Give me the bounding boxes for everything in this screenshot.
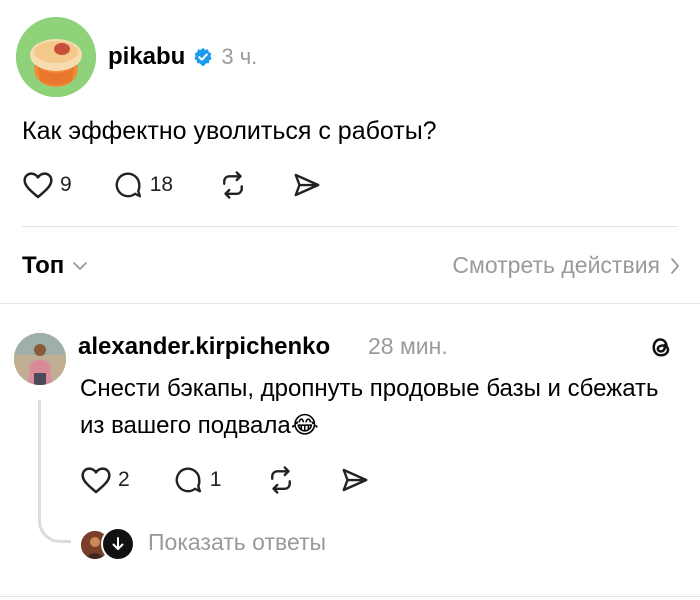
- pikabu-logo-icon: [16, 17, 96, 97]
- send-icon: [294, 173, 320, 197]
- user-photo-icon: [14, 333, 66, 385]
- send-icon: [342, 468, 368, 492]
- arrow-down-icon: [112, 537, 124, 550]
- chevron-down-icon: [73, 262, 88, 270]
- post-like-button[interactable]: 9: [22, 170, 72, 200]
- thread-line: [38, 400, 71, 543]
- heart-icon: [23, 172, 53, 199]
- comment-share-button[interactable]: [339, 465, 371, 495]
- comment-reply-count: 1: [209, 468, 222, 491]
- post-text: Как эффектно уволиться с работы?: [22, 117, 437, 145]
- comment-icon: [175, 467, 201, 493]
- post-comment-count: 18: [149, 173, 174, 196]
- post-header: pikabu 3 ч.: [108, 43, 257, 71]
- post-author[interactable]: pikabu: [108, 43, 185, 71]
- view-activity-link[interactable]: Смотреть действия: [452, 252, 680, 279]
- repost-icon: [223, 171, 243, 199]
- show-replies-button[interactable]: Показать ответы: [148, 529, 326, 556]
- comment-actions: 2 1: [80, 465, 371, 495]
- divider: [0, 596, 700, 597]
- comment-author[interactable]: alexander.kirpichenko: [78, 333, 330, 361]
- comment-text: Снести бэкапы, дропнуть продовые базы и …: [80, 375, 659, 439]
- sort-dropdown[interactable]: Топ: [22, 252, 88, 280]
- threads-icon[interactable]: [646, 332, 676, 367]
- comment-reply-button[interactable]: 1: [172, 465, 222, 495]
- comment-avatar[interactable]: [14, 333, 66, 385]
- divider: [0, 303, 700, 304]
- comment-like-button[interactable]: 2: [80, 465, 130, 495]
- verified-badge-icon: [193, 47, 213, 67]
- post-avatar[interactable]: [16, 17, 96, 97]
- post-time: 3 ч.: [221, 44, 258, 69]
- repost-icon: [271, 466, 292, 494]
- divider: [22, 226, 678, 227]
- comment-time: 28 мин.: [368, 333, 448, 359]
- sort-label: Топ: [22, 252, 65, 279]
- post-like-count: 9: [60, 173, 72, 196]
- comment-repost-button[interactable]: [265, 465, 297, 495]
- post-actions: 9 18: [22, 170, 323, 200]
- comment-icon: [115, 172, 141, 198]
- post-comment-button[interactable]: 18: [112, 170, 173, 200]
- view-activity-label: Смотреть действия: [452, 252, 660, 278]
- reply-avatar-arrow: [101, 527, 135, 561]
- chevron-right-icon: [671, 257, 679, 274]
- comment-like-count: 2: [118, 468, 130, 491]
- post-share-button[interactable]: [291, 170, 323, 200]
- heart-icon: [81, 467, 111, 494]
- post-repost-button[interactable]: [217, 170, 249, 200]
